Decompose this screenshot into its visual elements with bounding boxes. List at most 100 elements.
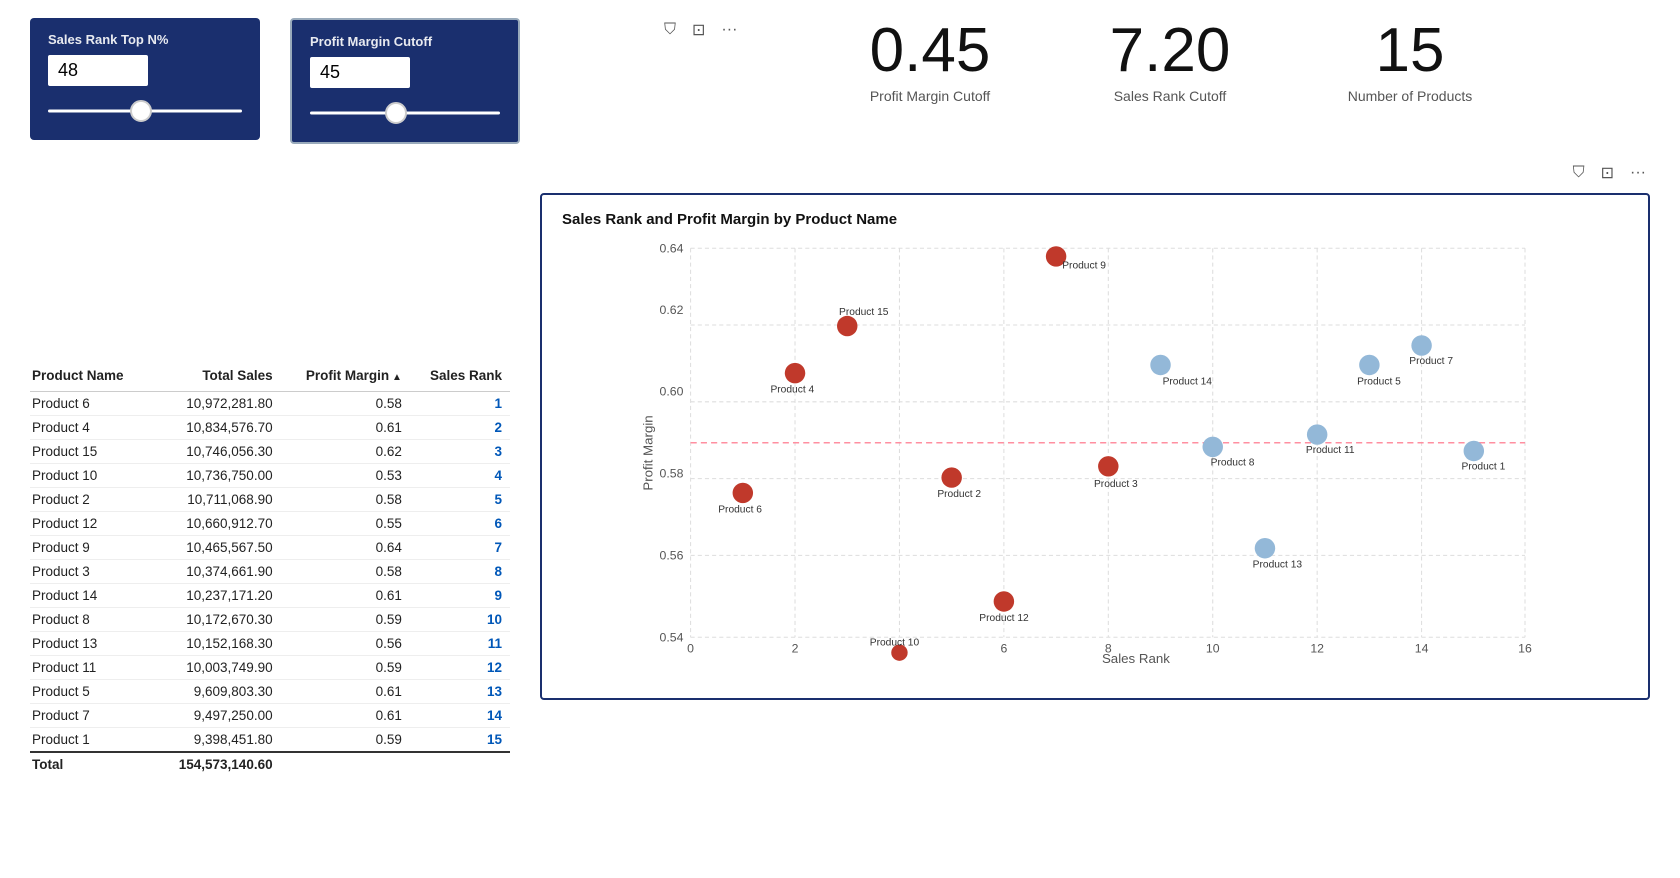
main-content: Product Name Total Sales Profit Margin S… bbox=[0, 354, 1680, 786]
chart-section: ⛉ ⊡ ··· Sales Rank and Profit Margin by … bbox=[540, 169, 1650, 776]
chart-more-icon[interactable]: ··· bbox=[1626, 162, 1650, 184]
slicer-input-2[interactable] bbox=[310, 57, 410, 88]
chart-expand-icon[interactable]: ⊡ bbox=[1597, 161, 1618, 185]
table-row: Product 8 10,172,670.30 0.59 10 bbox=[30, 608, 510, 632]
table-row: Product 13 10,152,168.30 0.56 11 bbox=[30, 632, 510, 656]
svg-text:Product 4: Product 4 bbox=[770, 385, 814, 396]
scatter-chart-svg: Profit Margin Sales Rank bbox=[562, 238, 1628, 668]
kpi-num-products-value: 15 bbox=[1320, 20, 1500, 82]
cell-sales-8: 10,237,171.20 bbox=[154, 584, 281, 608]
sales-rank-slicer: Sales Rank Top N% bbox=[30, 18, 260, 140]
cell-name-9: Product 8 bbox=[30, 608, 154, 632]
slicer-slider-1[interactable] bbox=[48, 100, 242, 122]
point-product3[interactable] bbox=[1098, 456, 1118, 476]
svg-text:Product 10: Product 10 bbox=[870, 637, 920, 648]
cell-name-2: Product 15 bbox=[30, 440, 154, 464]
cell-rank-10: 11 bbox=[410, 632, 510, 656]
cell-rank-14: 15 bbox=[410, 728, 510, 753]
table-row: Product 1 9,398,451.80 0.59 15 bbox=[30, 728, 510, 753]
point-product14[interactable] bbox=[1150, 355, 1170, 375]
svg-text:14: 14 bbox=[1415, 642, 1429, 656]
slicer-input-1[interactable] bbox=[48, 55, 148, 86]
svg-text:2: 2 bbox=[792, 642, 799, 656]
kpi-profit-margin-value: 0.45 bbox=[840, 20, 1020, 82]
svg-text:Product 5: Product 5 bbox=[1357, 376, 1401, 387]
point-product7[interactable] bbox=[1411, 335, 1431, 355]
point-product11[interactable] bbox=[1307, 424, 1327, 444]
col-header-name[interactable]: Product Name bbox=[30, 364, 154, 392]
kpi-num-products: 15 Number of Products bbox=[1320, 20, 1500, 104]
point-product4[interactable] bbox=[785, 363, 805, 383]
svg-text:6: 6 bbox=[1000, 642, 1007, 656]
chart-toolbar: ⛉ ⊡ ··· bbox=[1569, 161, 1650, 185]
svg-text:Product 13: Product 13 bbox=[1253, 560, 1303, 571]
cell-margin-11: 0.59 bbox=[281, 656, 410, 680]
point-product1[interactable] bbox=[1464, 441, 1484, 461]
cell-margin-8: 0.61 bbox=[281, 584, 410, 608]
point-product15[interactable] bbox=[837, 316, 857, 336]
cell-margin-10: 0.56 bbox=[281, 632, 410, 656]
svg-text:Profit Margin: Profit Margin bbox=[641, 415, 656, 490]
table-row: Product 10 10,736,750.00 0.53 4 bbox=[30, 464, 510, 488]
cell-sales-3: 10,736,750.00 bbox=[154, 464, 281, 488]
svg-text:Product 14: Product 14 bbox=[1163, 376, 1213, 387]
cell-sales-10: 10,152,168.30 bbox=[154, 632, 281, 656]
point-product12[interactable] bbox=[994, 591, 1014, 611]
svg-text:Product 12: Product 12 bbox=[979, 613, 1029, 624]
chart-area: Profit Margin Sales Rank bbox=[562, 238, 1628, 668]
cell-name-10: Product 13 bbox=[30, 632, 154, 656]
products-table: Product Name Total Sales Profit Margin S… bbox=[30, 364, 510, 776]
cell-sales-13: 9,497,250.00 bbox=[154, 704, 281, 728]
point-product6[interactable] bbox=[733, 483, 753, 503]
more-icon[interactable]: ··· bbox=[717, 19, 741, 41]
point-product13[interactable] bbox=[1255, 538, 1275, 558]
cell-name-11: Product 11 bbox=[30, 656, 154, 680]
cell-name-12: Product 5 bbox=[30, 680, 154, 704]
slicer-thumb-1[interactable] bbox=[130, 100, 152, 122]
svg-text:12: 12 bbox=[1310, 642, 1324, 656]
table-row: Product 5 9,609,803.30 0.61 13 bbox=[30, 680, 510, 704]
cell-rank-1: 2 bbox=[410, 416, 510, 440]
cell-rank-2: 3 bbox=[410, 440, 510, 464]
table-row: Product 15 10,746,056.30 0.62 3 bbox=[30, 440, 510, 464]
svg-text:0.54: 0.54 bbox=[660, 630, 684, 644]
slicer-slider-2[interactable] bbox=[310, 102, 500, 124]
svg-text:0.62: 0.62 bbox=[660, 303, 684, 317]
svg-text:Product 3: Product 3 bbox=[1094, 479, 1138, 490]
cell-margin-2: 0.62 bbox=[281, 440, 410, 464]
expand-icon[interactable]: ⊡ bbox=[688, 18, 709, 42]
point-product5[interactable] bbox=[1359, 355, 1379, 375]
cell-rank-3: 4 bbox=[410, 464, 510, 488]
svg-text:16: 16 bbox=[1518, 642, 1532, 656]
table-row: Product 9 10,465,567.50 0.64 7 bbox=[30, 536, 510, 560]
chart-filter-icon[interactable]: ⛉ bbox=[1569, 162, 1589, 184]
svg-text:8: 8 bbox=[1105, 642, 1112, 656]
chart-title: Sales Rank and Profit Margin by Product … bbox=[562, 211, 1628, 228]
col-header-rank[interactable]: Sales Rank bbox=[410, 364, 510, 392]
point-product8[interactable] bbox=[1203, 437, 1223, 457]
table-row: Product 12 10,660,912.70 0.55 6 bbox=[30, 512, 510, 536]
col-header-margin[interactable]: Profit Margin bbox=[281, 364, 410, 392]
cell-sales-12: 9,609,803.30 bbox=[154, 680, 281, 704]
slicer-thumb-2[interactable] bbox=[385, 102, 407, 124]
table-section: Product Name Total Sales Profit Margin S… bbox=[30, 364, 510, 776]
scatter-chart-container: Sales Rank and Profit Margin by Product … bbox=[540, 193, 1650, 700]
cell-rank-4: 5 bbox=[410, 488, 510, 512]
point-product2[interactable] bbox=[941, 467, 961, 487]
table-row: Product 11 10,003,749.90 0.59 12 bbox=[30, 656, 510, 680]
table-row: Product 14 10,237,171.20 0.61 9 bbox=[30, 584, 510, 608]
cell-margin-14: 0.59 bbox=[281, 728, 410, 753]
cell-name-13: Product 7 bbox=[30, 704, 154, 728]
kpi-sales-rank-value: 7.20 bbox=[1080, 20, 1260, 82]
cell-sales-7: 10,374,661.90 bbox=[154, 560, 281, 584]
filter-icon[interactable]: ⛉ bbox=[660, 19, 680, 41]
cell-sales-11: 10,003,749.90 bbox=[154, 656, 281, 680]
profit-margin-slicer: Profit Margin Cutoff bbox=[290, 18, 520, 144]
cell-sales-1: 10,834,576.70 bbox=[154, 416, 281, 440]
svg-text:Product 15: Product 15 bbox=[839, 307, 889, 318]
table-row: Product 6 10,972,281.80 0.58 1 bbox=[30, 392, 510, 416]
total-margin bbox=[281, 752, 410, 776]
col-header-sales[interactable]: Total Sales bbox=[154, 364, 281, 392]
kpi-section: 0.45 Profit Margin Cutoff 7.20 Sales Ran… bbox=[840, 20, 1500, 104]
cell-sales-9: 10,172,670.30 bbox=[154, 608, 281, 632]
